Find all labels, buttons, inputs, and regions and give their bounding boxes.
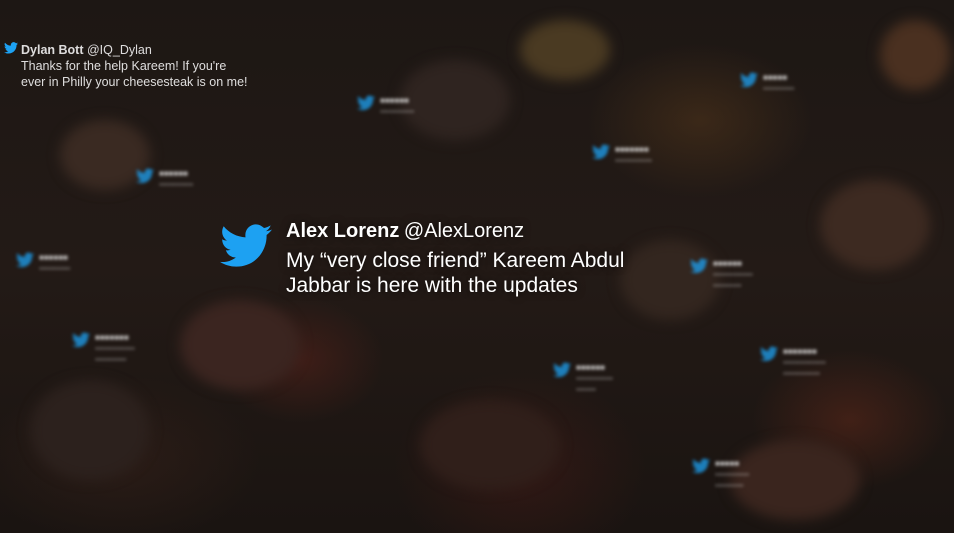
tweet-author-name: Dylan Bott (21, 43, 84, 57)
tweet-text-line: Thanks for the help Kareem! If you're (21, 59, 227, 73)
tweet-author-handle: @AlexLorenz (403, 220, 525, 242)
blurred-tweet: ■■■■■■■ ▫▫▫▫▫▫▫▫▫▫▫▫▫▫ ▫▫▫▫▫▫▫▫▫▫▫ (72, 332, 135, 365)
tweet-alex-lorenz: Alex Lorenz @AlexLorenz My “very close f… (220, 220, 624, 298)
twitter-bird-icon (592, 144, 610, 160)
twitter-bird-icon (760, 346, 778, 362)
blurred-tweet: ■■■■■■ ▫▫▫▫▫▫▫▫▫▫▫▫ (357, 95, 414, 117)
blurred-tweet: ■■■■■■■ ▫▫▫▫▫▫▫▫▫▫▫▫▫▫▫ ▫▫▫▫▫▫▫▫▫▫▫▫▫ (760, 346, 826, 379)
twitter-bird-icon (136, 168, 154, 184)
blurred-tweet: ■■■■■ ▫▫▫▫▫▫▫▫▫▫▫▫ ▫▫▫▫▫▫▫▫▫▫ (692, 458, 749, 491)
twitter-bird-icon (690, 258, 708, 274)
twitter-bird-icon (357, 95, 375, 111)
twitter-bird-icon (553, 362, 571, 378)
tweet-dylan-bott: Dylan Bott @IQ_Dylan Thanks for the help… (4, 42, 248, 90)
twitter-bird-icon (220, 224, 272, 267)
twitter-bird-icon (16, 252, 34, 268)
blurred-tweet: ■■■■■■ ▫▫▫▫▫▫▫▫▫▫▫▫▫▫ ▫▫▫▫▫▫▫▫▫▫ (690, 258, 753, 291)
blurred-tweet: ■■■■■■ ▫▫▫▫▫▫▫▫▫▫▫▫ (136, 168, 193, 190)
twitter-bird-icon (740, 72, 758, 88)
twitter-bird-icon (692, 458, 710, 474)
tweet-text-line: ever in Philly your cheesesteak is on me… (21, 75, 248, 89)
twitter-bird-icon (4, 42, 18, 54)
blurred-tweet: ■■■■■■ ▫▫▫▫▫▫▫▫▫▫▫▫▫ ▫▫▫▫▫▫▫ (553, 362, 613, 395)
twitter-bird-icon (72, 332, 90, 348)
blurred-tweet: ■■■■■ ▫▫▫▫▫▫▫▫▫▫▫ (740, 72, 794, 94)
blurred-tweet: ■■■■■■■ ▫▫▫▫▫▫▫▫▫▫▫▫▫ (592, 144, 652, 166)
tweet-text-line: My “very close friend” Kareem Abdul (286, 249, 625, 272)
blurred-tweet: ■■■■■■ ▫▫▫▫▫▫▫▫▫▫▫ (16, 252, 70, 274)
tweet-author-name: Alex Lorenz (286, 220, 400, 242)
tweet-author-handle: @IQ_Dylan (86, 43, 152, 57)
tweet-text-line: Jabbar is here with the updates (286, 274, 578, 297)
